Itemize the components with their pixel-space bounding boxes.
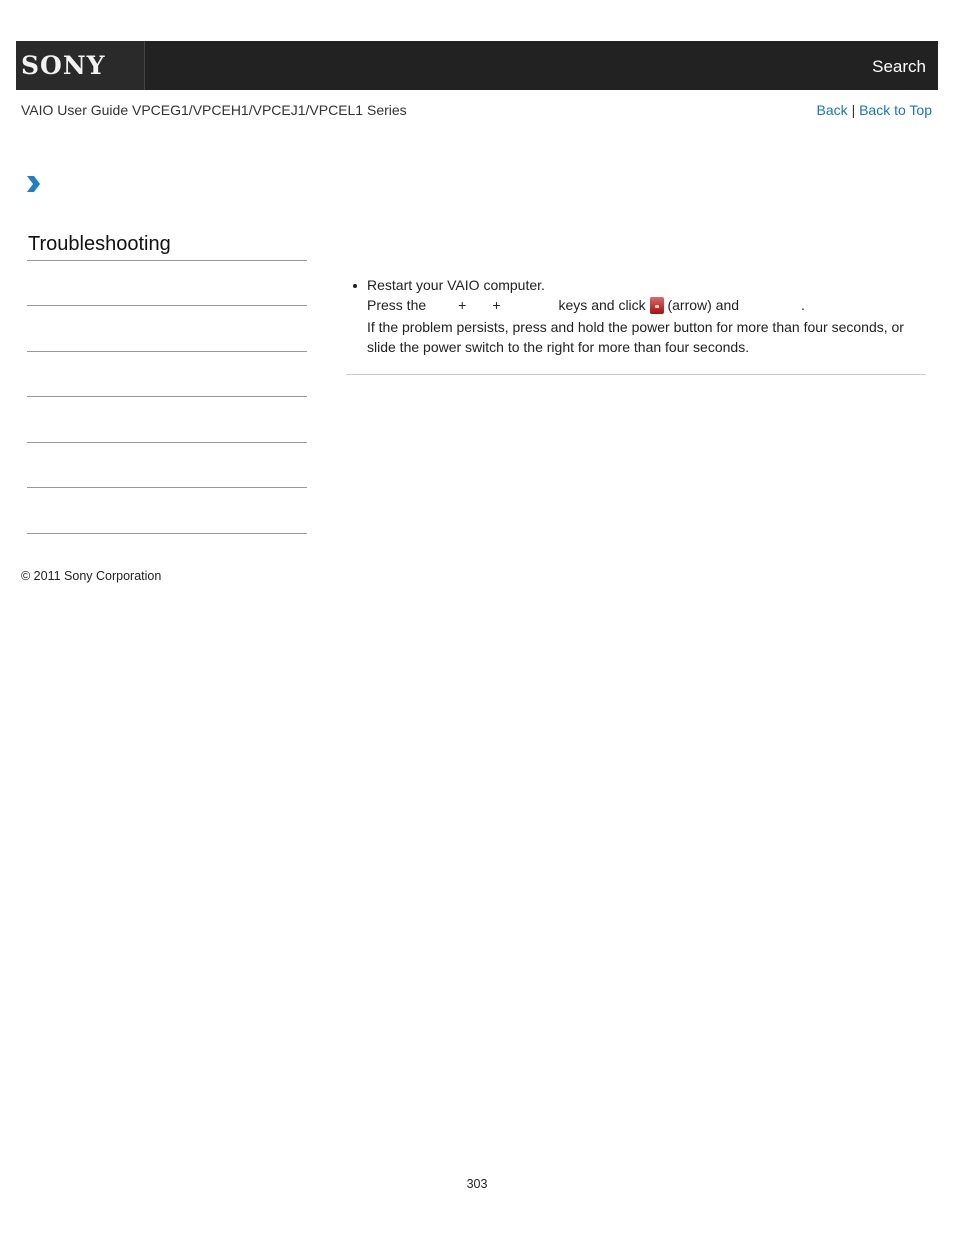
chevron-right-icon[interactable] (25, 175, 41, 193)
search-link[interactable]: Search (872, 57, 926, 77)
red-arrow-button-icon (649, 297, 664, 314)
plus-sign: + (492, 297, 501, 313)
page-number: 303 (466, 1177, 488, 1191)
instruction-line: Press the + + keys and click (arrow) and. (367, 295, 928, 315)
press-the-text: Press the (367, 297, 427, 313)
list-item: Restart your VAIO computer. Press the + + k… (353, 275, 928, 357)
sidebar-item-divider (27, 487, 307, 488)
logo-text: SONY (21, 51, 106, 80)
period: . (801, 297, 805, 313)
copyright: © 2011 Sony Corporation (21, 569, 162, 583)
section-title: Troubleshooting (28, 233, 171, 255)
persist-text: If the problem persists, press and hold … (367, 319, 904, 355)
link-separator: | (851, 102, 856, 118)
sidebar-item-divider (27, 533, 307, 534)
arrow-and-text: (arrow) and (667, 297, 740, 313)
back-to-top-link[interactable]: Back to Top (859, 102, 932, 118)
guide-title: VAIO User Guide VPCEG1/VPCEH1/VPCEJ1/VPC… (21, 102, 407, 118)
top-links: Back | Back to Top (817, 102, 932, 118)
sidebar-item-divider (27, 351, 307, 352)
plus-sign: + (458, 297, 467, 313)
header-bar: SONY Search (16, 41, 938, 90)
back-link[interactable]: Back (817, 102, 848, 118)
bullet-text: Restart your VAIO computer. (367, 277, 545, 293)
sony-logo[interactable]: SONY (16, 41, 145, 90)
content-divider (346, 374, 926, 375)
main-content: Restart your VAIO computer. Press the + + k… (348, 275, 928, 357)
sidebar-item-divider (27, 396, 307, 397)
keys-and-click-text: keys and click (558, 297, 646, 313)
sidebar-title-divider (27, 260, 307, 261)
sidebar-item-divider (27, 305, 307, 306)
sidebar-item-divider (27, 442, 307, 443)
